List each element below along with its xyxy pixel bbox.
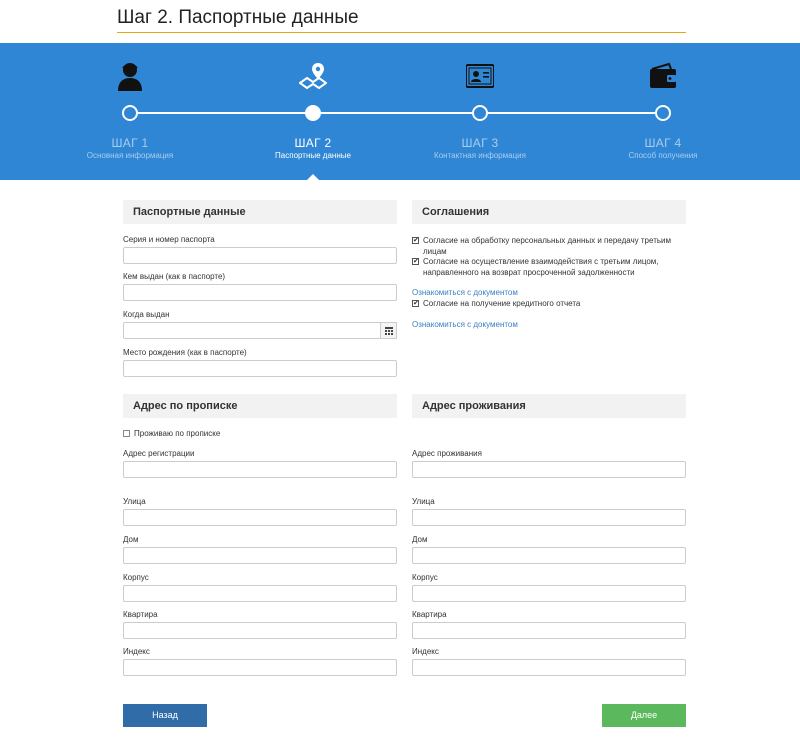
passport-series-input[interactable]	[123, 247, 397, 264]
birthplace-input[interactable]	[123, 360, 397, 377]
same-as-registration-checkbox[interactable]	[123, 430, 130, 437]
res-index-input[interactable]	[412, 659, 686, 676]
calendar-icon	[384, 326, 393, 335]
same-as-registration[interactable]: Проживаю по прописке	[123, 428, 323, 439]
step-3[interactable]: ШАГ 3 Контактная информация	[380, 43, 580, 180]
progress-stepper: ШАГ 1 Основная информация ШАГ 2 Паспортн…	[0, 43, 800, 181]
consent-interaction[interactable]: ✔ Согласие на осуществление взаимодейств…	[412, 256, 682, 278]
view-document-link-1[interactable]: Ознакомиться с документом	[412, 288, 518, 297]
page-title: Шаг 2. Паспортные данные	[117, 7, 359, 28]
issue-date-input[interactable]	[123, 322, 381, 339]
reg-address-input[interactable]	[123, 461, 397, 478]
map-pin-icon	[299, 63, 327, 90]
residence-heading: Адрес проживания	[412, 394, 686, 418]
active-step-pointer	[306, 174, 320, 181]
id-card-icon	[466, 64, 494, 88]
reg-apartment-input[interactable]	[123, 622, 397, 639]
res-street-input[interactable]	[412, 509, 686, 526]
next-button[interactable]: Далее	[602, 704, 686, 727]
consent-credit-text: Согласие на получение кредитного отчета	[423, 299, 581, 308]
consent-credit-report[interactable]: ✔ Согласие на получение кредитного отчет…	[412, 298, 682, 309]
step-2-dot	[305, 105, 321, 121]
birthplace-label: Место рождения (как в паспорте)	[123, 348, 247, 357]
reg-street-input[interactable]	[123, 509, 397, 526]
registration-heading: Адрес по прописке	[123, 394, 397, 418]
res-house-input[interactable]	[412, 547, 686, 564]
same-as-registration-text: Проживаю по прописке	[134, 429, 221, 438]
consent-interaction-checkbox[interactable]: ✔	[412, 258, 419, 265]
res-address-input[interactable]	[412, 461, 686, 478]
res-building-input[interactable]	[412, 585, 686, 602]
res-apartment-input[interactable]	[412, 622, 686, 639]
title-underline	[117, 32, 686, 33]
reg-building-input[interactable]	[123, 585, 397, 602]
consent-credit-checkbox[interactable]: ✔	[412, 300, 419, 307]
reg-street-label: Улица	[123, 497, 146, 506]
issued-by-input[interactable]	[123, 284, 397, 301]
view-document-link-2[interactable]: Ознакомиться с документом	[412, 320, 518, 329]
res-address-label: Адрес проживания	[412, 449, 482, 458]
step-4-number: ШАГ 4	[644, 136, 682, 150]
res-index-label: Индекс	[412, 647, 439, 656]
step-4[interactable]: ШАГ 4 Способ получения	[563, 43, 763, 180]
consent-personal-text: Согласие на обработку персональных данны…	[423, 236, 671, 256]
calendar-button[interactable]	[380, 322, 397, 339]
passport-heading: Паспортные данные	[123, 200, 397, 224]
step-1-label: Основная информация	[86, 151, 174, 160]
reg-index-input[interactable]	[123, 659, 397, 676]
step-4-dot	[655, 105, 671, 121]
reg-house-input[interactable]	[123, 547, 397, 564]
res-street-label: Улица	[412, 497, 435, 506]
reg-address-label: Адрес регистрации	[123, 449, 195, 458]
reg-house-label: Дом	[123, 535, 139, 544]
wallet-icon	[650, 62, 676, 88]
issued-by-label: Кем выдан (как в паспорте)	[123, 272, 226, 281]
consent-personal-data[interactable]: ✔ Согласие на обработку персональных дан…	[412, 235, 692, 257]
user-icon	[118, 63, 142, 91]
issue-date-label: Когда выдан	[123, 310, 170, 319]
res-house-label: Дом	[412, 535, 428, 544]
reg-building-label: Корпус	[123, 573, 149, 582]
passport-series-label: Серия и номер паспорта	[123, 235, 215, 244]
step-3-number: ШАГ 3	[461, 136, 499, 150]
step-3-label: Контактная информация	[434, 151, 526, 160]
consent-interaction-text: Согласие на осуществление взаимодействия…	[423, 257, 659, 277]
step-3-dot	[472, 105, 488, 121]
agreements-heading: Соглашения	[412, 200, 686, 224]
step-4-label: Способ получения	[628, 151, 698, 160]
consent-personal-checkbox[interactable]: ✔	[412, 237, 419, 244]
back-button[interactable]: Назад	[123, 704, 207, 727]
res-apartment-label: Квартира	[412, 610, 447, 619]
step-1[interactable]: ШАГ 1 Основная информация	[30, 43, 230, 180]
step-1-dot	[122, 105, 138, 121]
reg-apartment-label: Квартира	[123, 610, 158, 619]
reg-index-label: Индекс	[123, 647, 150, 656]
step-1-number: ШАГ 1	[111, 136, 149, 150]
res-building-label: Корпус	[412, 573, 438, 582]
